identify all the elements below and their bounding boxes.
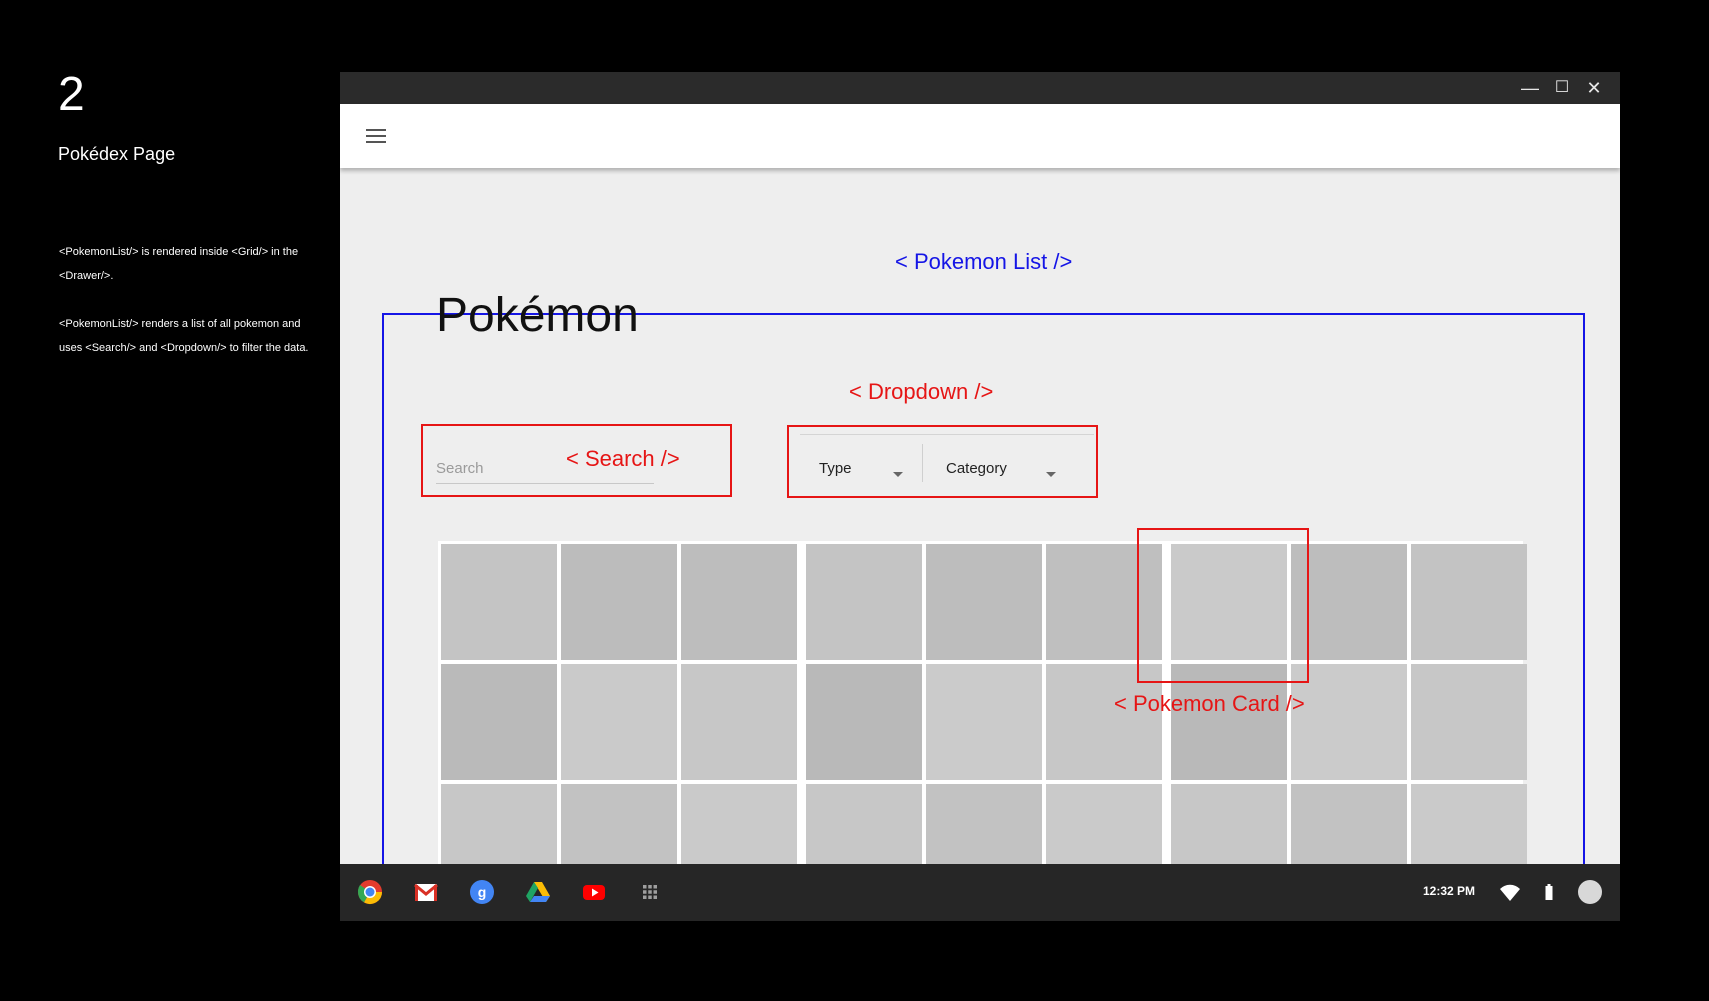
gmail-icon[interactable] <box>412 878 440 906</box>
pokemon-card[interactable] <box>681 544 797 660</box>
pokemon-card[interactable] <box>1411 544 1527 660</box>
app-launcher-icon[interactable] <box>636 878 664 906</box>
account-avatar[interactable] <box>1576 878 1604 906</box>
type-dropdown-label: Type <box>819 460 852 477</box>
minimize-icon[interactable]: — <box>1514 72 1546 104</box>
category-dropdown[interactable]: Category <box>946 460 1066 490</box>
slide-description-para-1: <PokemonList/> is rendered inside <Grid/… <box>59 246 299 282</box>
annotation-search: < Search /> <box>566 446 680 471</box>
app-bar <box>340 104 1620 168</box>
pokemon-card-outline <box>1137 528 1309 683</box>
dropdown-top-rule <box>800 434 1094 435</box>
window-titlebar: — ☐ ✕ <box>340 72 1620 104</box>
drive-icon[interactable] <box>524 878 552 906</box>
youtube-icon[interactable] <box>580 878 608 906</box>
close-icon[interactable]: ✕ <box>1578 72 1610 104</box>
pokemon-card[interactable] <box>1411 664 1527 780</box>
pokemon-card[interactable] <box>806 544 922 660</box>
pokemon-card[interactable] <box>926 664 1042 780</box>
annotation-pokemon-card: < Pokemon Card /> <box>1114 691 1305 716</box>
app-window: — ☐ ✕ < Pokemon List /> Pokémon < Dropdo… <box>340 72 1620 921</box>
maximize-icon[interactable]: ☐ <box>1546 72 1578 104</box>
slide-description-para-2: <PokemonList/> renders a list of all pok… <box>59 318 309 354</box>
annotation-dropdown: < Dropdown /> <box>849 379 994 404</box>
page-title: Pokémon <box>436 289 639 342</box>
caret-down-icon <box>1046 472 1056 477</box>
pokemon-card[interactable] <box>561 664 677 780</box>
caret-down-icon <box>893 472 903 477</box>
wifi-icon[interactable] <box>1496 878 1524 906</box>
pokemon-card[interactable] <box>441 664 557 780</box>
battery-icon[interactable] <box>1535 878 1563 906</box>
annotation-pokemon-list: < Pokemon List /> <box>895 249 1073 274</box>
pokemon-card[interactable] <box>806 664 922 780</box>
hamburger-menu-icon[interactable] <box>366 124 386 148</box>
type-dropdown[interactable]: Type <box>819 460 911 490</box>
slide-description: <PokemonList/> is rendered inside <Grid/… <box>59 240 309 384</box>
slide-title: Pokédex Page <box>58 144 176 164</box>
category-dropdown-label: Category <box>946 460 1007 477</box>
pokemon-card[interactable] <box>441 544 557 660</box>
pokemon-card-grid <box>438 541 1527 900</box>
svg-text:g: g <box>478 884 487 900</box>
dropdown-divider <box>922 444 923 482</box>
clock-time[interactable]: 12:32 PM <box>1423 884 1475 898</box>
slide-number: 2 <box>58 68 85 121</box>
pokemon-card[interactable] <box>561 544 677 660</box>
chrome-icon[interactable] <box>356 878 384 906</box>
google-plus-icon[interactable]: g <box>468 878 496 906</box>
taskbar: g 12:32 PM <box>340 864 1620 921</box>
pokemon-card[interactable] <box>926 544 1042 660</box>
pokemon-card[interactable] <box>681 664 797 780</box>
content-area: < Pokemon List /> Pokémon < Dropdown /> … <box>340 168 1620 913</box>
